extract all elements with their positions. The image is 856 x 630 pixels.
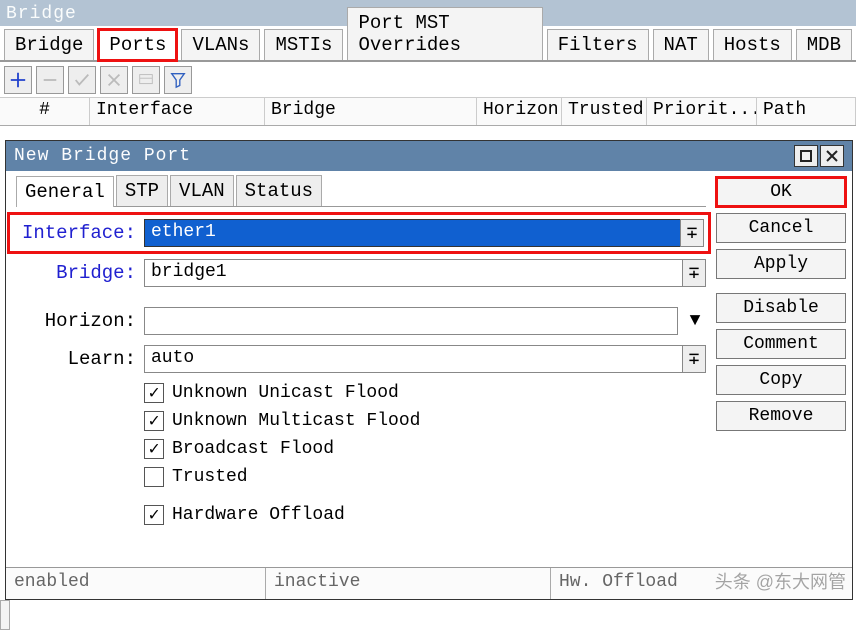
close-icon (825, 149, 839, 163)
broadcast-checkbox[interactable]: ✓ (144, 439, 164, 459)
disable-button[interactable] (100, 66, 128, 94)
funnel-icon (169, 71, 187, 89)
main-tabs: Bridge Ports VLANs MSTIs Port MST Overri… (0, 26, 856, 62)
tab-hosts[interactable]: Hosts (713, 29, 792, 60)
tab-vlans[interactable]: VLANs (181, 29, 260, 60)
enable-button[interactable] (68, 66, 96, 94)
tab-nat[interactable]: NAT (653, 29, 709, 60)
trusted-checkbox[interactable] (144, 467, 164, 487)
col-bridge[interactable]: Bridge (265, 98, 477, 125)
window-title: Bridge (6, 4, 77, 24)
col-interface[interactable]: Interface (90, 98, 265, 125)
trusted-row: Trusted (144, 467, 706, 487)
disable-dialog-button[interactable]: Disable (716, 293, 846, 323)
interface-dropdown-arrow[interactable]: ∓ (680, 219, 704, 247)
col-number[interactable]: # (0, 98, 90, 125)
x-icon (105, 71, 123, 89)
table-header: # Interface Bridge Horizon Trusted Prior… (0, 98, 856, 126)
square-icon (799, 149, 813, 163)
interface-row: Interface: ether1 ∓ (12, 217, 706, 249)
dialog-title: New Bridge Port (14, 146, 792, 166)
bridge-select[interactable]: bridge1 (144, 259, 683, 287)
watermark: 头条 @东大网管 (715, 568, 846, 594)
chevron-down-icon: ∓ (687, 222, 698, 244)
dialog-titlebar[interactable]: New Bridge Port (6, 141, 852, 171)
tab-ports[interactable]: Ports (98, 29, 177, 61)
inner-tab-general[interactable]: General (16, 176, 114, 207)
tab-mstis[interactable]: MSTIs (264, 29, 343, 60)
status-inactive: inactive (266, 568, 551, 599)
ok-button[interactable]: OK (716, 177, 846, 207)
unknown-unicast-checkbox[interactable]: ✓ (144, 383, 164, 403)
hw-offload-row: ✓ Hardware Offload (144, 505, 706, 525)
chevron-down-icon: ∓ (689, 348, 700, 370)
learn-select[interactable]: auto (144, 345, 683, 373)
parent-statusbar-edge (0, 600, 10, 630)
copy-button[interactable]: Copy (716, 365, 846, 395)
bridge-label: Bridge: (16, 262, 136, 284)
remove-button[interactable] (36, 66, 64, 94)
horizon-input-wrap: ▼ (144, 307, 706, 335)
trusted-label: Trusted (172, 467, 248, 487)
filter-button[interactable] (164, 66, 192, 94)
bridge-row: Bridge: bridge1 ∓ (16, 259, 706, 287)
col-priority[interactable]: Priorit... (647, 98, 757, 125)
triangle-down-icon: ▼ (690, 311, 701, 331)
broadcast-row: ✓ Broadcast Flood (144, 439, 706, 459)
bridge-dropdown-arrow[interactable]: ∓ (682, 259, 706, 287)
close-button[interactable] (820, 145, 844, 167)
minus-icon (41, 71, 59, 89)
horizon-label: Horizon: (16, 310, 136, 332)
horizon-input[interactable] (144, 307, 678, 335)
tab-port-mst-overrides[interactable]: Port MST Overrides (347, 7, 542, 60)
col-trusted[interactable]: Trusted (562, 98, 647, 125)
comment-button[interactable] (132, 66, 160, 94)
cancel-button[interactable]: Cancel (716, 213, 846, 243)
learn-label: Learn: (16, 348, 136, 370)
interface-label: Interface: (16, 222, 136, 244)
chevron-down-icon: ∓ (689, 262, 700, 284)
dialog-body: General STP VLAN Status Interface: ether… (6, 171, 852, 567)
horizon-expand-arrow[interactable]: ▼ (684, 307, 706, 335)
hw-offload-label: Hardware Offload (172, 505, 345, 525)
hw-offload-checkbox[interactable]: ✓ (144, 505, 164, 525)
bridge-input-wrap: bridge1 ∓ (144, 259, 706, 287)
status-enabled: enabled (6, 568, 266, 599)
note-icon (137, 71, 155, 89)
tab-filters[interactable]: Filters (547, 29, 649, 60)
new-bridge-port-dialog: New Bridge Port General STP VLAN Status … (5, 140, 853, 600)
apply-button[interactable]: Apply (716, 249, 846, 279)
unknown-multicast-checkbox[interactable]: ✓ (144, 411, 164, 431)
learn-row: Learn: auto ∓ (16, 345, 706, 373)
unknown-multicast-label: Unknown Multicast Flood (172, 411, 420, 431)
interface-select[interactable]: ether1 (144, 219, 681, 247)
check-icon (73, 71, 91, 89)
unknown-unicast-row: ✓ Unknown Unicast Flood (144, 383, 706, 403)
add-button[interactable] (4, 66, 32, 94)
remove-dialog-button[interactable]: Remove (716, 401, 846, 431)
horizon-row: Horizon: ▼ (16, 307, 706, 335)
col-path[interactable]: Path (757, 98, 856, 125)
unknown-multicast-row: ✓ Unknown Multicast Flood (144, 411, 706, 431)
tab-mdb[interactable]: MDB (796, 29, 852, 60)
dialog-buttons: OK Cancel Apply Disable Comment Copy Rem… (714, 171, 852, 567)
unknown-unicast-label: Unknown Unicast Flood (172, 383, 399, 403)
broadcast-label: Broadcast Flood (172, 439, 334, 459)
comment-dialog-button[interactable]: Comment (716, 329, 846, 359)
inner-tab-status[interactable]: Status (236, 175, 322, 206)
dialog-form: General STP VLAN Status Interface: ether… (6, 171, 714, 567)
toolbar (0, 62, 856, 98)
learn-dropdown-arrow[interactable]: ∓ (682, 345, 706, 373)
inner-tab-vlan[interactable]: VLAN (170, 175, 234, 206)
interface-input-wrap: ether1 ∓ (144, 219, 704, 247)
learn-input-wrap: auto ∓ (144, 345, 706, 373)
tab-bridge[interactable]: Bridge (4, 29, 94, 60)
dialog-tabs: General STP VLAN Status (16, 175, 706, 207)
col-horizon[interactable]: Horizon (477, 98, 562, 125)
inner-tab-stp[interactable]: STP (116, 175, 168, 206)
plus-icon (9, 71, 27, 89)
minimize-button[interactable] (794, 145, 818, 167)
